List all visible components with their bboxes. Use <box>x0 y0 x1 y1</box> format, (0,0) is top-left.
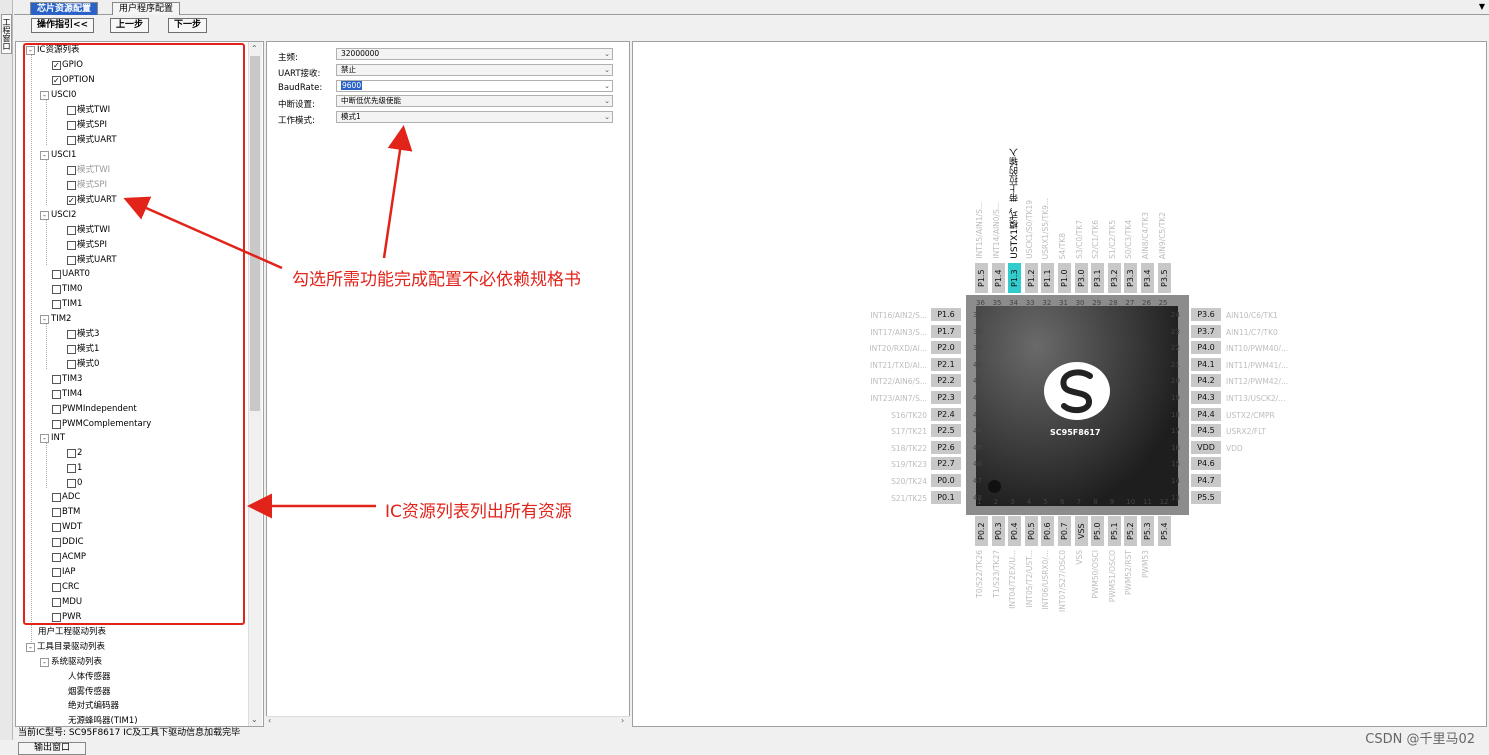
annotation-arrows <box>123 125 413 519</box>
app-window: 工程窗口 芯片资源配置 用户程序配置 ▼ 操作指引<< 上一步 下一步 ⌃ ⌄ … <box>0 0 1489 755</box>
annotation-list-text: IC资源列表列出所有资源 <box>385 502 572 522</box>
annotation-config-text: 勾选所需功能完成配置不必依赖规格书 <box>292 270 581 290</box>
